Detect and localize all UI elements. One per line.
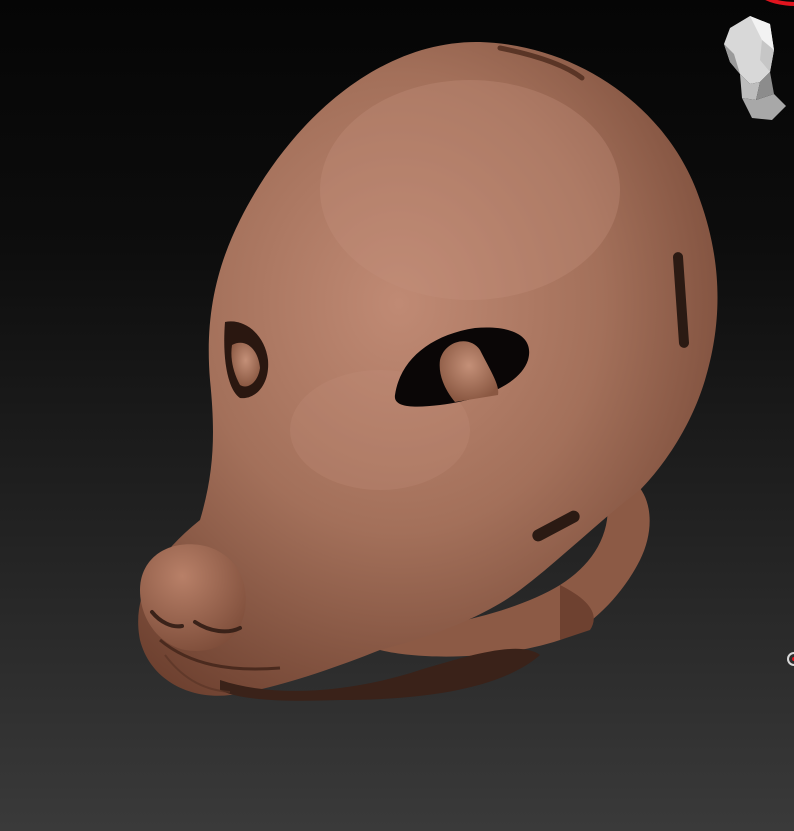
3d-viewport-canvas[interactable] [0,0,794,831]
head-orientation-icon[interactable] [712,10,792,130]
sculpt-model[interactable] [0,0,794,831]
edge-marker-icon [784,648,794,670]
red-arc-indicator [760,0,794,12]
